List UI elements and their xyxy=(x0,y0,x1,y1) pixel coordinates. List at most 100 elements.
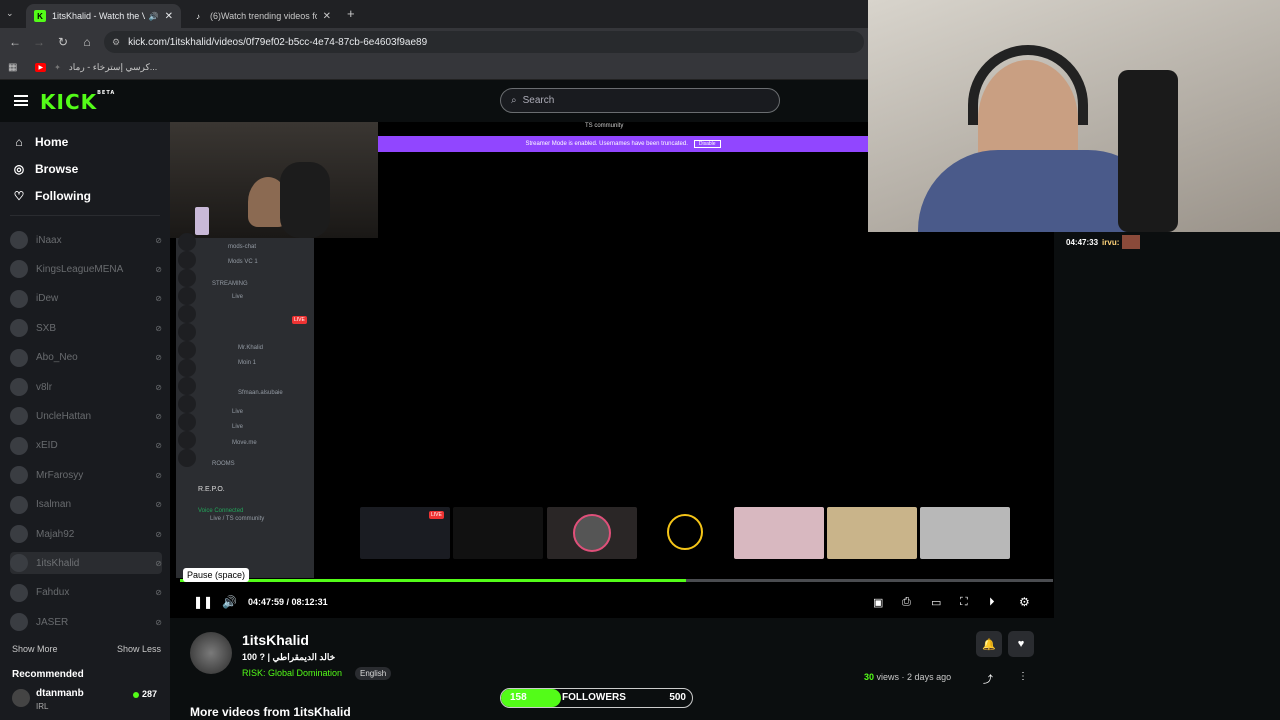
youtube-bookmark-icon[interactable]: ▶ xyxy=(35,63,47,72)
discord-server-icon xyxy=(178,287,196,305)
fullscreen-icon[interactable]: ⛶ xyxy=(960,596,968,609)
time-total: 08:12:31 xyxy=(291,597,328,607)
follow-heart-button[interactable]: ♥ xyxy=(1008,631,1034,657)
category-link[interactable]: RISK: Global Domination xyxy=(242,668,342,678)
avatar xyxy=(10,583,28,602)
sidebar-channel-item[interactable]: iDew ⊘ xyxy=(10,288,162,310)
sidebar-channel-item[interactable]: Majah92 ⊘ xyxy=(10,523,162,545)
apps-grid-icon[interactable]: ▦ xyxy=(8,62,17,73)
forward-icon[interactable]: → xyxy=(27,35,51,49)
channel-name[interactable]: 1itsKhalid xyxy=(242,632,309,648)
sidebar-channel-item[interactable]: KingsLeagueMENA ⊘ xyxy=(10,258,162,280)
channel-name: iDew xyxy=(36,293,59,305)
discord-text: Live xyxy=(232,294,244,300)
offline-icon: ⊘ xyxy=(155,382,162,392)
site-info-icon[interactable]: ⚙ xyxy=(112,37,120,48)
browser-nav-bar: ← → ↻ ⌂ ⚙ kick.com/1itskhalid/videos/0f7… xyxy=(0,28,870,56)
nav-following[interactable]: ♡ Following xyxy=(12,189,91,203)
back-icon[interactable]: ← xyxy=(3,35,27,49)
streamer-webcam-right xyxy=(868,0,1280,232)
discord-server-icon xyxy=(178,359,196,377)
volume-icon[interactable]: 🔊 xyxy=(222,595,237,609)
nav-browse[interactable]: ◎ Browse xyxy=(12,162,79,176)
reload-icon[interactable]: ↻ xyxy=(51,35,75,49)
pause-button[interactable]: ❚❚ xyxy=(193,595,213,609)
beta-badge: BETA xyxy=(97,90,116,96)
show-more-button[interactable]: Show More xyxy=(12,644,58,654)
channel-name: Majah92 xyxy=(36,528,75,540)
new-tab-icon[interactable]: + xyxy=(347,6,355,21)
view-count: 30 xyxy=(864,672,875,682)
channel-name: Fahdux xyxy=(36,587,70,599)
bookmark-item[interactable]: كرسي إسترخاء - رماد... xyxy=(69,62,158,73)
offline-icon: ⊘ xyxy=(155,617,162,627)
recommended-item[interactable]: dtanmanb IRL 287 xyxy=(12,687,162,713)
nav-label: Following xyxy=(35,189,91,203)
close-tab-icon[interactable]: ✕ xyxy=(165,11,173,22)
headphones-shape xyxy=(968,45,1088,125)
speaker-icon: 🔊 xyxy=(148,11,159,21)
avatar xyxy=(12,689,30,707)
clip-icon[interactable]: ⎙ xyxy=(902,596,911,609)
viewer-count: 287 xyxy=(142,689,158,699)
sidebar-channel-item[interactable]: xEID ⊘ xyxy=(10,435,162,457)
sidebar-channel-item[interactable]: JASER ⊘ xyxy=(10,611,162,633)
discord-server-icon xyxy=(178,395,196,413)
overlay-user: irvu: xyxy=(1102,237,1120,247)
more-options-icon[interactable]: ⋮ xyxy=(1018,671,1028,682)
offline-icon: ⊘ xyxy=(155,323,162,333)
address-bar[interactable]: ⚙ kick.com/1itskhalid/videos/0f79ef02-b5… xyxy=(104,31,864,53)
avatar xyxy=(10,554,28,573)
discord-server-icon xyxy=(178,305,196,323)
tab-active[interactable]: K 1itsKhalid - Watch the VOD 🔊 ✕ xyxy=(26,4,181,28)
pip-icon[interactable]: ▣ xyxy=(873,596,883,609)
chair-shape xyxy=(280,162,330,238)
sidebar-channel-item[interactable]: Isalman ⊘ xyxy=(10,494,162,516)
sidebar-channel-item[interactable]: v8lr ⊘ xyxy=(10,376,162,398)
home-icon: ⌂ xyxy=(15,135,23,149)
menu-icon[interactable] xyxy=(14,95,28,106)
time-display: 04:47:59 / 08:12:31 xyxy=(248,597,328,607)
tab-search-icon[interactable]: ⌄ xyxy=(6,8,14,19)
channel-avatar[interactable] xyxy=(190,632,232,674)
show-less-button[interactable]: Show Less xyxy=(117,644,161,654)
nav-home[interactable]: ⌂ Home xyxy=(12,135,68,149)
chair-shape xyxy=(1118,70,1178,232)
kick-logo[interactable]: KICKBETA xyxy=(40,90,115,114)
streamer-mode-banner: Streamer Mode is enabled. Usernames have… xyxy=(378,136,868,152)
close-tab-icon[interactable]: ✕ xyxy=(323,11,331,22)
browser-tab-bar: ⌄ K 1itsKhalid - Watch the VOD 🔊 ✕ ♪ (6)… xyxy=(0,0,870,28)
home-browser-icon[interactable]: ⌂ xyxy=(75,35,99,49)
channel-name: SXB xyxy=(36,322,57,334)
avatar xyxy=(10,378,28,396)
notifications-bell-button[interactable]: 🔔 xyxy=(976,631,1002,657)
tab-inactive[interactable]: ♪ (6)Watch trending videos for yo ✕ xyxy=(184,4,339,28)
settings-gear-icon[interactable]: ⚙ xyxy=(1019,595,1030,609)
discord-server-icon xyxy=(178,323,196,341)
kick-favicon-icon: K xyxy=(34,10,46,22)
discord-server-icon xyxy=(178,269,196,287)
bookmarks-bar: ▦ ▶ ✦ كرسي إسترخاء - رماد... xyxy=(0,56,870,80)
avatar xyxy=(10,466,28,485)
chat-overlay-row: 04:47:33 irvu: xyxy=(1066,235,1141,249)
live-badge: LIVE xyxy=(429,511,444,519)
playback-speed-icon[interactable]: ⏵ xyxy=(989,596,995,609)
sidebar-channel-item[interactable]: Fahdux ⊘ xyxy=(10,582,162,604)
theater-mode-icon[interactable]: ▭ xyxy=(931,596,941,609)
search-input[interactable]: ⌕ Search xyxy=(500,88,780,113)
progress-fill xyxy=(180,579,687,582)
channel-category: IRL xyxy=(36,702,49,711)
sidebar-channel-item[interactable]: Abo_Neo ⊘ xyxy=(10,347,162,369)
share-icon[interactable]: ⤴ xyxy=(983,671,993,686)
url-text: kick.com/1itskhalid/videos/0f79ef02-b5cc… xyxy=(128,36,428,48)
discord-text: R.E.P.O. xyxy=(198,486,225,493)
language-tag[interactable]: English xyxy=(355,667,392,680)
emote-image xyxy=(1122,235,1141,249)
sidebar-channel-item[interactable]: iNaax ⊘ xyxy=(10,229,162,251)
sidebar-channel-item[interactable]: SXB ⊘ xyxy=(10,317,162,339)
channel-name: v8lr xyxy=(36,381,53,393)
sidebar-channel-item[interactable]: MrFarosyy ⊘ xyxy=(10,464,162,486)
sidebar-channel-item[interactable]: UncleHattan ⊘ xyxy=(10,405,162,427)
avatar xyxy=(10,319,28,338)
sidebar-channel-item[interactable]: 1itsKhalid ⊘ xyxy=(10,552,162,575)
